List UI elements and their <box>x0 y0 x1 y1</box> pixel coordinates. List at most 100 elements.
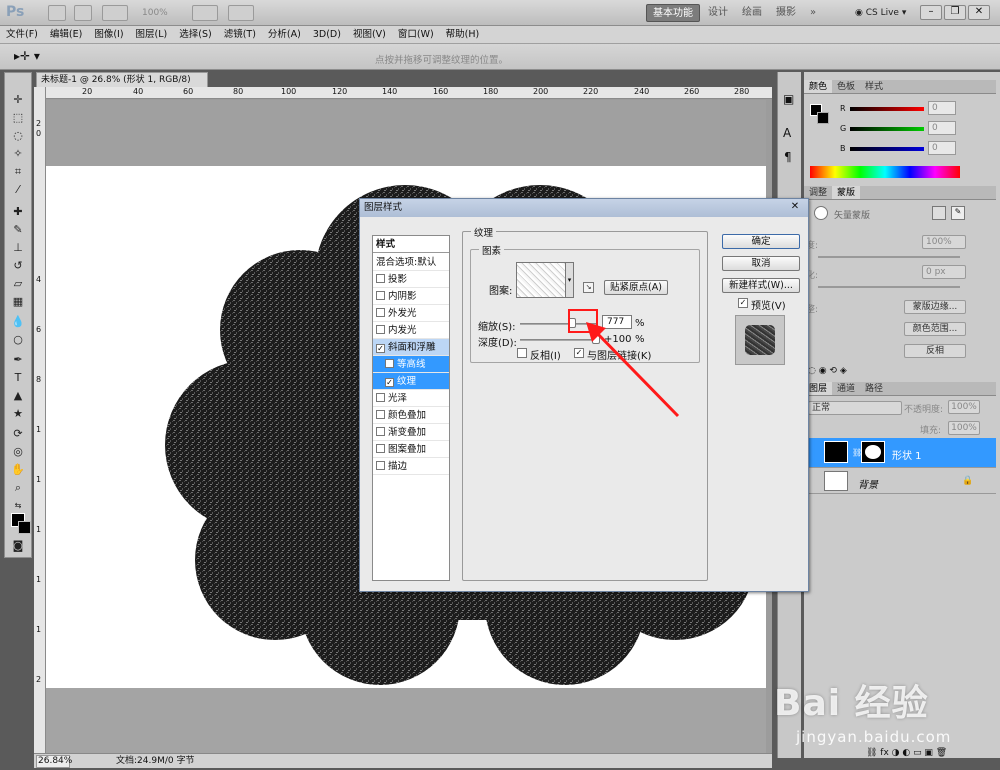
invert-checkbox[interactable] <box>517 348 527 358</box>
style-item[interactable]: 光泽 <box>373 390 449 407</box>
menu-edit[interactable]: 编辑(E) <box>44 26 88 43</box>
zoom-level[interactable]: 100% <box>142 8 168 18</box>
path-selection-tool-icon[interactable]: ▲ <box>9 389 27 403</box>
feather-field[interactable]: 0 px <box>922 265 966 279</box>
eyedropper-tool-icon[interactable]: ⁄ <box>9 183 27 197</box>
character-icon[interactable]: A <box>783 126 791 140</box>
color-range-button[interactable]: 颜色范围... <box>904 322 966 336</box>
style-item[interactable]: 等高线 <box>373 356 449 373</box>
opacity-field[interactable]: 100% <box>948 400 980 414</box>
3d-orbit-tool-icon[interactable]: ◎ <box>9 445 27 459</box>
workspace-painting[interactable]: 绘画 <box>736 4 768 22</box>
snap-to-origin-button[interactable]: 贴紧原点(A) <box>604 280 668 295</box>
history-icon[interactable]: ▣ <box>783 92 794 106</box>
invert-mask-button[interactable]: 反相 <box>904 344 966 358</box>
style-item[interactable]: ✓ 纹理 <box>373 373 449 390</box>
move-tool-icon[interactable]: ✛ <box>9 93 27 107</box>
style-item-checkbox[interactable] <box>376 444 385 453</box>
styles-header[interactable]: 样式 <box>373 236 449 253</box>
style-item-checkbox[interactable] <box>376 461 385 470</box>
dialog-title-bar[interactable]: 图层样式 <box>360 199 808 217</box>
zoom-field[interactable]: 26.84% <box>36 755 72 768</box>
menu-3d[interactable]: 3D(D) <box>307 26 347 43</box>
layer-row[interactable]: ⛓ 形状 1 <box>804 438 996 468</box>
channel-b-slider[interactable] <box>850 147 924 151</box>
tab-swatches[interactable]: 色板 <box>832 80 860 93</box>
more-workspaces-icon[interactable]: » <box>804 4 822 22</box>
cancel-button[interactable]: 取消 <box>722 256 800 271</box>
menu-image[interactable]: 图像(I) <box>88 26 129 43</box>
channel-b-value[interactable]: 0 <box>928 141 956 155</box>
style-item-checkbox[interactable]: ✓ <box>376 344 385 353</box>
pixel-mask-icon[interactable] <box>932 206 946 220</box>
restore-icon[interactable]: ❐ <box>944 5 966 20</box>
screen-mode-icon[interactable] <box>228 5 254 21</box>
hand-tool-icon[interactable]: ✋ <box>9 463 27 477</box>
shape-tool-icon[interactable]: ★ <box>9 407 27 421</box>
style-item-checkbox[interactable] <box>385 359 394 368</box>
tab-color[interactable]: 颜色 <box>804 80 833 93</box>
color-bg-swatch[interactable] <box>817 112 829 124</box>
style-item-checkbox[interactable]: ✓ <box>385 378 394 387</box>
menu-help[interactable]: 帮助(H) <box>440 26 486 43</box>
menu-file[interactable]: 文件(F) <box>0 26 44 43</box>
style-item[interactable]: ✓ 斜面和浮雕 <box>373 339 449 356</box>
pen-tool-icon[interactable]: ✒ <box>9 353 27 367</box>
channel-r-value[interactable]: 0 <box>928 101 956 115</box>
type-tool-icon[interactable]: T <box>9 371 27 385</box>
marquee-tool-icon[interactable]: ⬚ <box>9 111 27 125</box>
document-info[interactable]: 文档:24.9M/0 字节 <box>116 754 194 768</box>
style-item-checkbox[interactable] <box>376 325 385 334</box>
feather-slider[interactable] <box>818 286 960 288</box>
ok-button[interactable]: 确定 <box>722 234 800 249</box>
color-spectrum[interactable] <box>810 166 960 178</box>
style-item[interactable]: 描边 <box>373 458 449 475</box>
style-item[interactable]: 投影 <box>373 271 449 288</box>
pattern-picker[interactable] <box>516 262 568 298</box>
style-item[interactable]: 混合选项:默认 <box>373 254 449 271</box>
document-tab[interactable]: 未标题-1 @ 26.8% (形状 1, RGB/8) *✕ <box>36 72 208 100</box>
workspace-design[interactable]: 设计 <box>702 4 734 22</box>
history-brush-tool-icon[interactable]: ↺ <box>9 259 27 273</box>
style-item-checkbox[interactable] <box>376 291 385 300</box>
tab-styles[interactable]: 样式 <box>860 80 888 93</box>
move-tool-preset-icon[interactable]: ▸✛ ▾ <box>14 49 40 63</box>
channel-r-slider[interactable] <box>850 107 924 111</box>
dodge-tool-icon[interactable]: ○ <box>9 333 27 347</box>
menu-window[interactable]: 窗口(W) <box>392 26 440 43</box>
mask-edge-button[interactable]: 蒙版边缘... <box>904 300 966 314</box>
tab-masks[interactable]: 蒙版 <box>832 186 861 199</box>
minimize-icon[interactable]: – <box>920 5 942 20</box>
vector-mask-icon[interactable]: ✎ <box>951 206 965 220</box>
channel-g-value[interactable]: 0 <box>928 121 956 135</box>
style-item[interactable]: 内阴影 <box>373 288 449 305</box>
swap-colors-icon[interactable]: ⇆ <box>9 499 27 513</box>
background-color-swatch[interactable] <box>18 521 31 534</box>
zoom-tool-icon[interactable]: ⌕ <box>9 481 27 495</box>
blur-tool-icon[interactable]: 💧 <box>9 315 27 329</box>
layer-row[interactable]: 背景 🔒 <box>804 468 996 494</box>
new-preset-icon[interactable]: ↘ <box>583 282 594 293</box>
blend-mode-select[interactable]: 正常 <box>808 401 902 415</box>
quick-mask-icon[interactable]: ◙ <box>9 539 27 553</box>
crop-tool-icon[interactable]: ⌗ <box>9 165 27 179</box>
layer-name[interactable]: 背景 <box>858 476 878 491</box>
menu-view[interactable]: 视图(V) <box>347 26 392 43</box>
lasso-tool-icon[interactable]: ◌ <box>9 129 27 143</box>
mask-footer-icons[interactable]: ◌ ◉ ⟲ ◈ <box>808 366 847 376</box>
tab-paths[interactable]: 路径 <box>860 382 888 395</box>
preview-checkbox[interactable]: ✓ <box>738 298 748 308</box>
3d-rotate-tool-icon[interactable]: ⟳ <box>9 427 27 441</box>
menu-select[interactable]: 选择(S) <box>173 26 217 43</box>
layer-name[interactable]: 形状 1 <box>892 447 922 462</box>
style-item-checkbox[interactable] <box>376 274 385 283</box>
workspace-photography[interactable]: 摄影 <box>770 4 802 22</box>
bridge-icon[interactable] <box>48 5 66 21</box>
brush-tool-icon[interactable]: ✎ <box>9 223 27 237</box>
style-item-checkbox[interactable] <box>376 410 385 419</box>
channel-g-slider[interactable] <box>850 127 924 131</box>
healing-brush-tool-icon[interactable]: ✚ <box>9 205 27 219</box>
close-icon[interactable]: ✕ <box>968 5 990 20</box>
density-slider[interactable] <box>818 256 960 258</box>
pattern-dropdown-icon[interactable]: ▾ <box>565 262 574 298</box>
